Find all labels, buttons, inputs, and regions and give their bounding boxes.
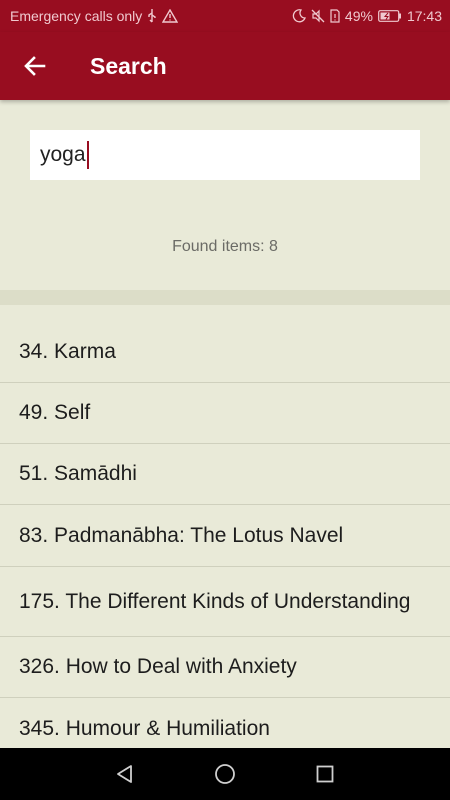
back-button[interactable] xyxy=(0,32,70,100)
list-item[interactable]: 83. Padmanābha: The Lotus Navel xyxy=(0,505,450,567)
list-item[interactable]: 49. Self xyxy=(0,383,450,444)
battery-percent: 49% xyxy=(344,8,373,24)
list-item[interactable]: 326. How to Deal with Anxiety xyxy=(0,637,450,698)
status-bar: Emergency calls only 49% 17:43 xyxy=(0,0,450,32)
recents-square-icon xyxy=(316,765,334,783)
back-triangle-icon xyxy=(115,764,135,784)
list-item-label: 345. Humour & Humiliation xyxy=(19,716,270,740)
system-nav-bar xyxy=(0,748,450,800)
nav-home-button[interactable] xyxy=(210,759,240,789)
search-input-value: yoga xyxy=(40,143,86,166)
list-item-label: 49. Self xyxy=(19,401,91,424)
nav-back-button[interactable] xyxy=(110,759,140,789)
clock: 17:43 xyxy=(406,8,442,24)
list-item-label: 326. How to Deal with Anxiety xyxy=(19,655,297,678)
text-cursor xyxy=(86,141,89,169)
found-items-count: Found items: 8 xyxy=(172,238,278,255)
sim-icon xyxy=(330,9,340,23)
search-input[interactable]: yoga xyxy=(30,130,420,180)
search-area: yoga Found items: 8 xyxy=(0,100,450,290)
battery-icon xyxy=(378,10,402,22)
list-item-label: 175. The Different Kinds of Understandin… xyxy=(19,589,411,613)
arrow-left-icon xyxy=(24,55,46,77)
list-item[interactable]: 34. Karma xyxy=(0,305,450,383)
list-item[interactable]: 175. The Different Kinds of Understandin… xyxy=(0,567,450,637)
carrier-text: Emergency calls only xyxy=(10,8,143,24)
app-bar: Search xyxy=(0,32,450,100)
usb-icon xyxy=(147,9,157,23)
mute-icon xyxy=(311,9,325,23)
results-list[interactable]: 34. Karma 49. Self 51. Samādhi 83. Padma… xyxy=(0,305,450,748)
list-item[interactable]: 345. Humour & Humiliation xyxy=(0,698,450,748)
section-divider xyxy=(0,290,450,305)
page-title: Search xyxy=(90,52,167,79)
nav-recents-button[interactable] xyxy=(310,759,340,789)
moon-icon xyxy=(292,9,306,23)
list-item-label: 34. Karma xyxy=(19,339,116,363)
list-item-label: 83. Padmanābha: The Lotus Navel xyxy=(19,523,344,547)
list-item-label: 51. Samādhi xyxy=(19,462,137,485)
list-item[interactable]: 51. Samādhi xyxy=(0,444,450,505)
home-circle-icon xyxy=(214,763,236,785)
warning-icon xyxy=(162,9,179,23)
